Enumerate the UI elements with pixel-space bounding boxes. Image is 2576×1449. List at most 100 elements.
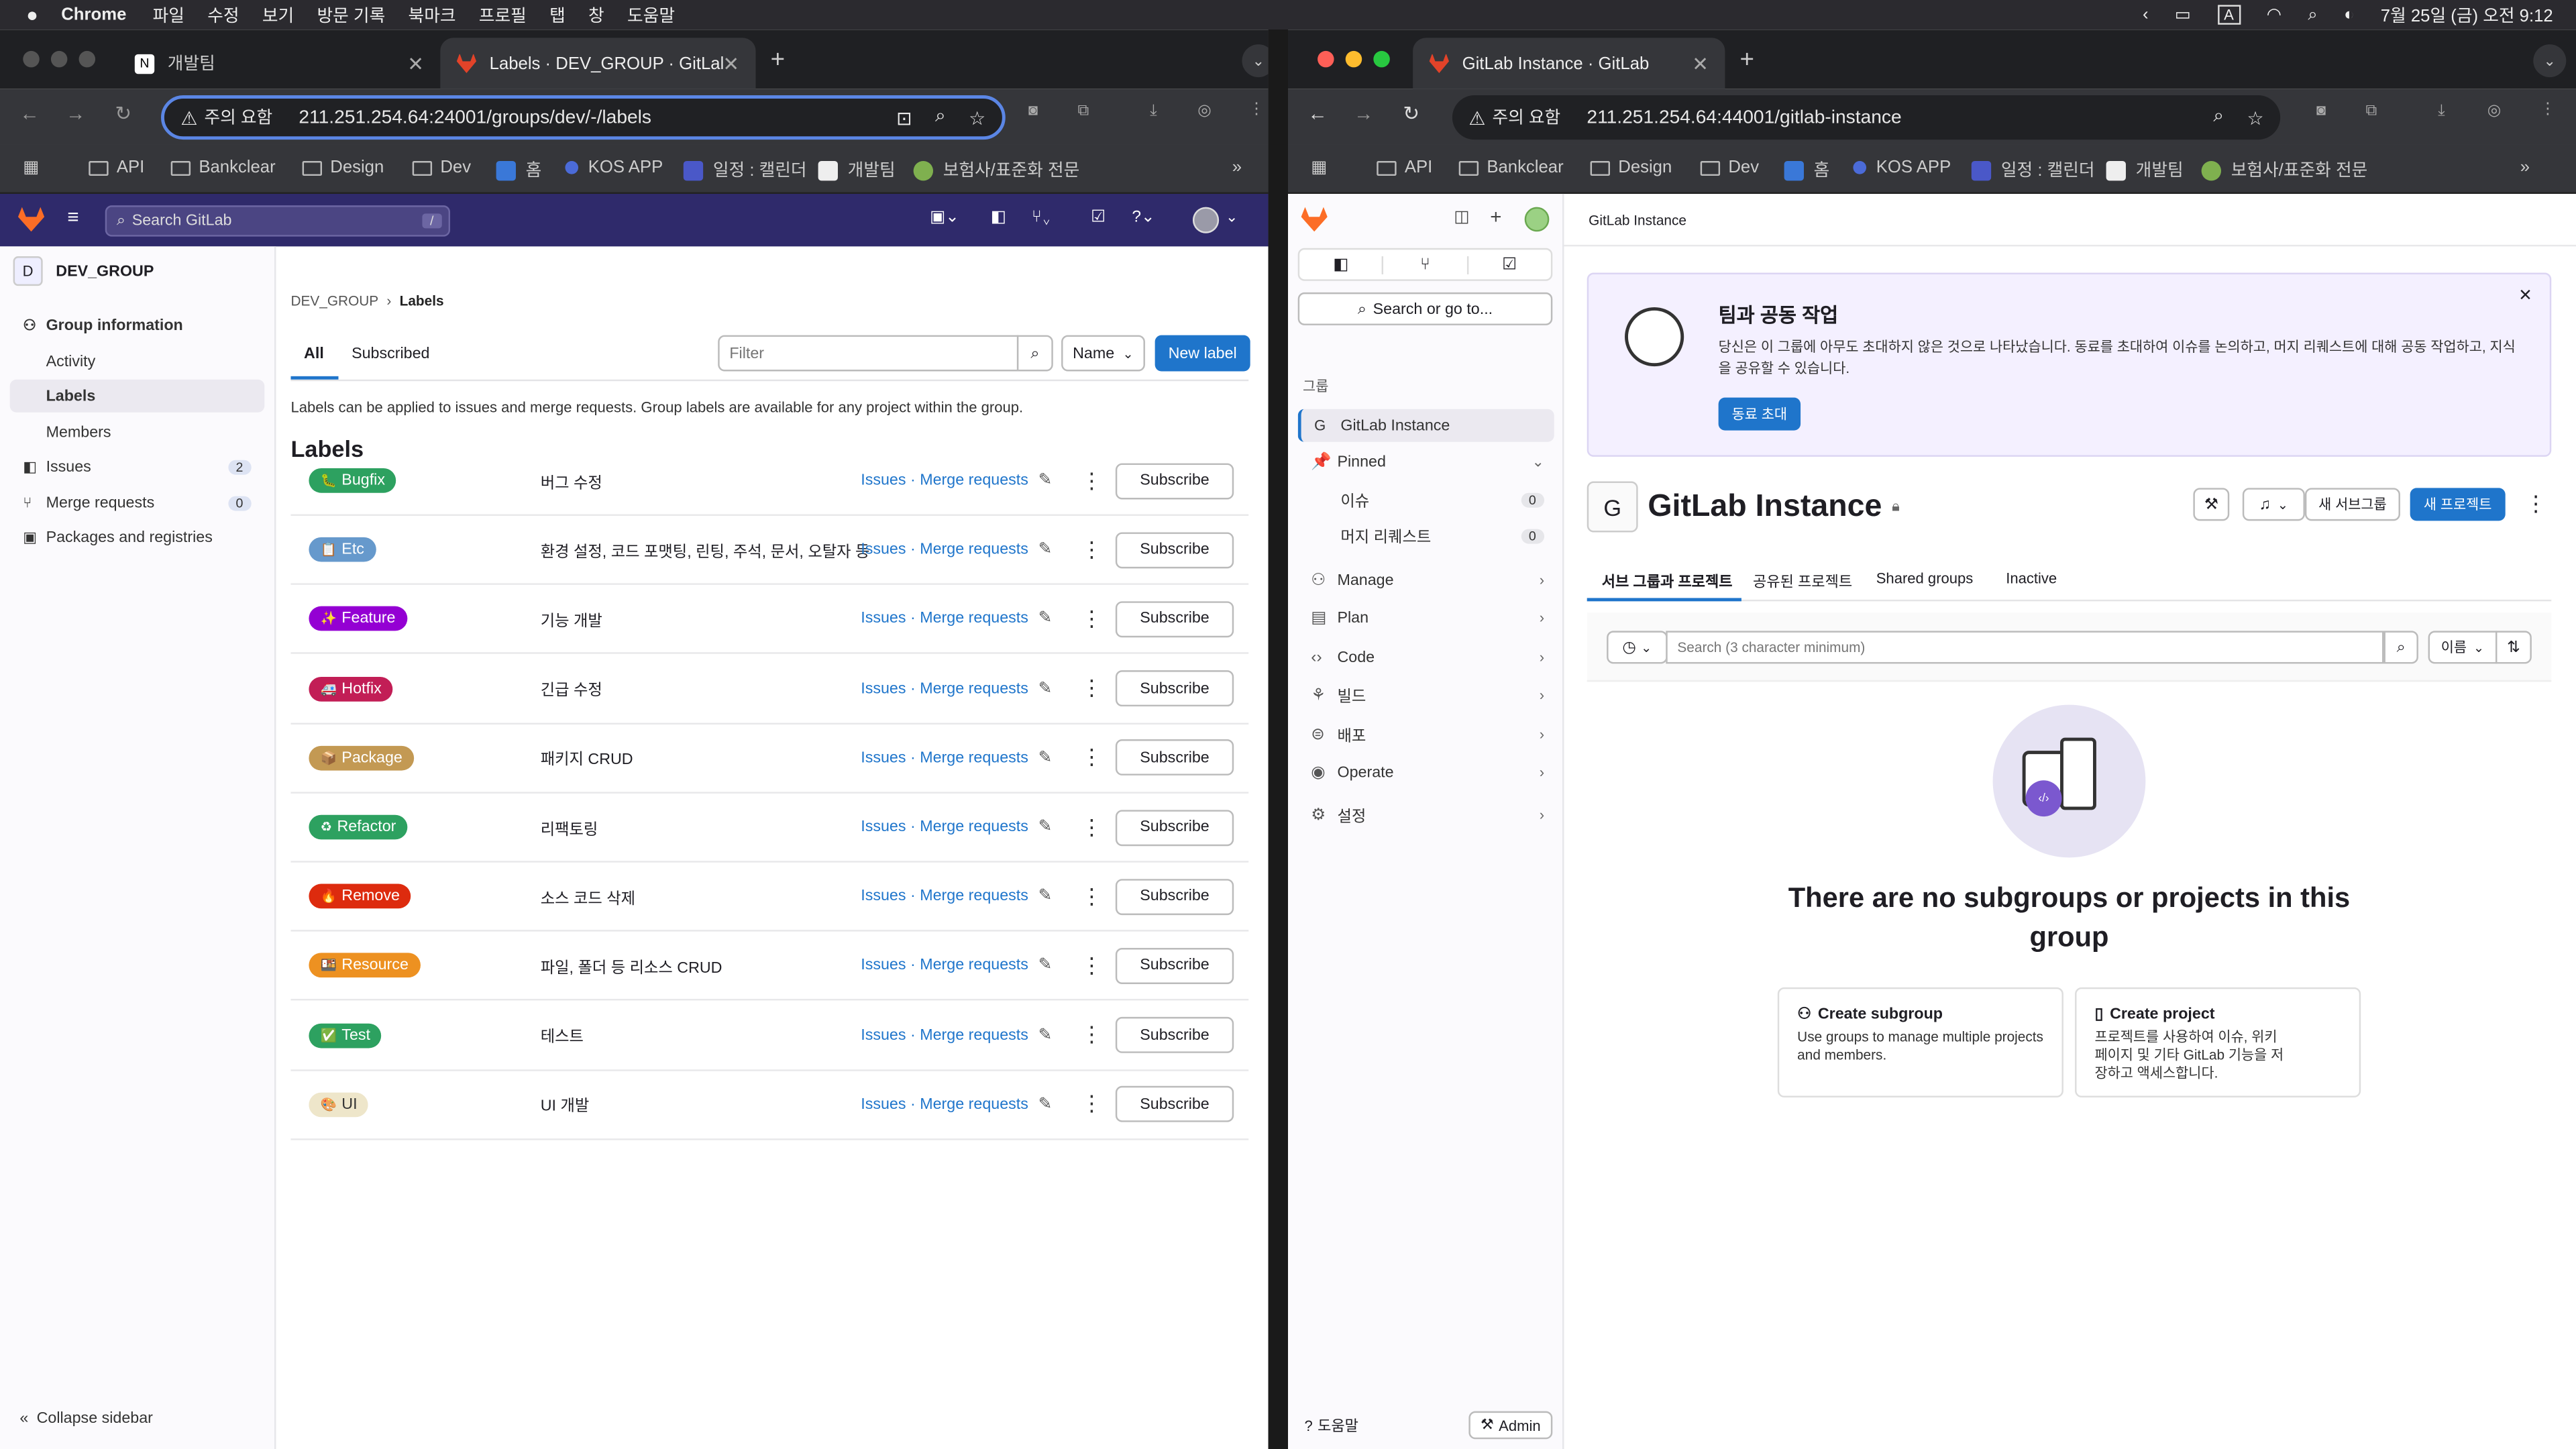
help-button[interactable]: ? 도움말 — [1304, 1415, 1358, 1436]
sort-dropdown[interactable]: 이름 ⌄ — [2428, 631, 2498, 664]
bookmark-home[interactable]: 홈 — [1784, 158, 1829, 182]
more-actions-icon[interactable]: ⋮ — [1081, 1093, 1102, 1114]
close-window-icon[interactable] — [23, 50, 40, 68]
download-icon[interactable]: ⤓ — [1150, 102, 1157, 120]
bookmark-bankclear[interactable]: Bankclear — [1458, 158, 1564, 177]
chrome-menu-icon[interactable]: ⋮ — [2540, 100, 2555, 118]
zoom-window-icon[interactable] — [1373, 50, 1390, 68]
tab-gitlab-instance[interactable]: GitLab Instance · GitLab ✕ — [1413, 38, 1725, 89]
sidebar-item-settings[interactable]: ⚙ 설정 › — [1298, 798, 1554, 831]
menu-help[interactable]: 도움말 — [627, 3, 675, 28]
bookmark-kos-app[interactable]: KOS APP — [565, 158, 663, 177]
merge-requests-link[interactable]: Merge requests — [920, 1095, 1028, 1114]
history-dropdown[interactable]: ◷ ⌄ — [1607, 631, 1668, 664]
menu-history[interactable]: 방문 기록 — [317, 3, 385, 28]
address-bar[interactable]: ⚠ 주의 요함 211.251.254.64:24001/groups/dev/… — [161, 95, 1006, 140]
tab-shared-projects[interactable]: 공유된 프로젝트 — [1753, 570, 1852, 592]
bookmark-kos-app[interactable]: KOS APP — [1853, 158, 1951, 177]
label-pill[interactable]: 📋 Etc — [309, 537, 376, 563]
menu-file[interactable]: 파일 — [153, 3, 184, 28]
hamburger-menu-icon[interactable]: ≡ — [67, 205, 78, 228]
create-project-card[interactable]: ▯ Create project 프로젝트를 사용하여 이슈, 위키 페이지 및 … — [2075, 987, 2361, 1097]
zoom-icon[interactable]: ⌕ — [935, 107, 946, 128]
label-pill[interactable]: ✨ Feature — [309, 606, 407, 632]
sidebar-item-deploy[interactable]: ⊜ 배포 › — [1298, 718, 1554, 751]
edit-pencil-icon[interactable]: ✎ — [1038, 610, 1053, 629]
merge-requests-link[interactable]: Merge requests — [920, 472, 1028, 490]
merge-requests-icon[interactable]: ⑂ — [1384, 255, 1468, 274]
tab-notion[interactable]: N 개발팀 ✕ — [118, 38, 440, 89]
extensions-icon[interactable]: ⧉ — [1078, 102, 1089, 120]
issues-link[interactable]: Issues — [861, 1095, 906, 1114]
subscribe-button[interactable]: Subscribe — [1115, 947, 1234, 984]
issues-icon[interactable]: ◧ — [991, 209, 1006, 227]
tab-search-button[interactable]: ⌄ — [1242, 44, 1269, 78]
sidebar-item-build[interactable]: ⚘ 빌드 › — [1298, 678, 1554, 711]
tab-subgroups-projects[interactable]: 서브 그룹과 프로젝트 — [1602, 570, 1733, 592]
wifi-icon[interactable]: ◠ — [2267, 5, 2282, 24]
breadcrumb[interactable]: GitLab Instance — [1589, 212, 1686, 228]
admin-button[interactable]: ⚒ Admin — [1468, 1411, 1553, 1440]
edit-pencil-icon[interactable]: ✎ — [1038, 472, 1053, 490]
search-button[interactable]: ⌕ — [2383, 631, 2418, 664]
sort-dropdown[interactable]: Name ⌄ — [1061, 335, 1145, 372]
close-window-icon[interactable] — [1318, 50, 1334, 68]
spotlight-search-icon[interactable]: ⌕ — [2308, 4, 2317, 25]
menu-profile[interactable]: 프로필 — [479, 3, 527, 28]
label-pill[interactable]: 🔥 Remove — [309, 884, 412, 909]
menu-view[interactable]: 보기 — [262, 3, 294, 28]
menu-tab[interactable]: 탭 — [549, 3, 566, 28]
bookmark-home[interactable]: 홈 — [496, 158, 541, 182]
back-icon[interactable]: ← — [1307, 102, 1327, 125]
edit-pencil-icon[interactable]: ✎ — [1038, 541, 1053, 559]
label-pill[interactable]: 📦 Package — [309, 745, 415, 771]
filter-field[interactable] — [729, 338, 1009, 368]
group-search-field[interactable] — [1677, 634, 2367, 661]
minimize-window-icon[interactable] — [50, 50, 68, 68]
bookmark-api[interactable]: API — [1377, 158, 1432, 177]
tab-search-button[interactable]: ⌄ — [2533, 44, 2567, 78]
bookmark-design[interactable]: Design — [302, 158, 384, 177]
sidebar-item-packages[interactable]: ▣ Packages and registries — [10, 521, 265, 553]
bookmark-dev[interactable]: Dev — [1700, 158, 1759, 177]
issues-link[interactable]: Issues — [861, 957, 906, 975]
more-actions-icon[interactable]: ⋮ — [1081, 608, 1102, 629]
more-actions-icon[interactable]: ⋮ — [1081, 538, 1102, 559]
close-banner-icon[interactable]: ✕ — [2518, 288, 2532, 306]
profile-icon[interactable]: ◎ — [1197, 102, 1211, 120]
issues-link[interactable]: Issues — [861, 888, 906, 906]
forward-icon[interactable]: → — [66, 102, 85, 125]
profile-icon[interactable]: ◎ — [2487, 102, 2501, 120]
new-project-button[interactable]: 새 프로젝트 — [2410, 488, 2506, 521]
tab-shared-groups[interactable]: Shared groups — [1876, 570, 1974, 586]
merge-requests-link[interactable]: Merge requests — [920, 818, 1028, 837]
bookmark-calendar[interactable]: 일정 : 캘린더 — [683, 158, 807, 182]
subscribe-button[interactable]: Subscribe — [1115, 1086, 1234, 1123]
sidebar-item-group-information[interactable]: ⚇ Group information — [10, 309, 265, 341]
notification-dropdown[interactable]: ♫ ⌄ — [2242, 488, 2305, 521]
more-actions-icon[interactable]: ⋮ — [1081, 747, 1102, 768]
more-actions-icon[interactable]: ⋮ — [1081, 955, 1102, 976]
bookmark-devteam[interactable]: 개발팀 — [2106, 158, 2184, 182]
new-tab-button[interactable]: + — [771, 46, 785, 74]
control-center-icon[interactable]: ◐ — [2344, 5, 2355, 24]
merge-requests-link[interactable]: Merge requests — [920, 680, 1028, 698]
label-pill[interactable]: 🐛 Bugfix — [309, 468, 397, 493]
back-icon[interactable]: ← — [19, 102, 39, 125]
tab-subscribed[interactable]: Subscribed — [352, 345, 429, 363]
tab-inactive[interactable]: Inactive — [2006, 570, 2057, 586]
sidebar-item-pinned-mrs[interactable]: 머지 리퀘스트 0 — [1298, 519, 1554, 552]
merge-requests-link[interactable]: Merge requests — [920, 957, 1028, 975]
issues-link[interactable]: Issues — [861, 541, 906, 559]
bookmark-dev[interactable]: Dev — [412, 158, 471, 177]
more-actions-icon[interactable]: ⋮ — [1081, 816, 1102, 837]
issues-link[interactable]: Issues — [861, 818, 906, 837]
sidebar-item-pinned[interactable]: 📌 Pinned ⌄ — [1298, 445, 1554, 478]
more-actions-icon[interactable]: ⋮ — [2525, 491, 2546, 517]
label-pill[interactable]: 🍱 Resource — [309, 953, 421, 979]
create-new-icon[interactable]: + — [1490, 205, 1501, 228]
create-subgroup-card[interactable]: ⚇ Create subgroup Use groups to manage mu… — [1777, 987, 2063, 1097]
close-tab-icon[interactable]: ✕ — [722, 52, 739, 74]
bookmark-insurance[interactable]: 보험사/표준화 전문 — [2201, 158, 2367, 182]
invite-colleagues-button[interactable]: 동료 초대 — [1718, 397, 1801, 431]
